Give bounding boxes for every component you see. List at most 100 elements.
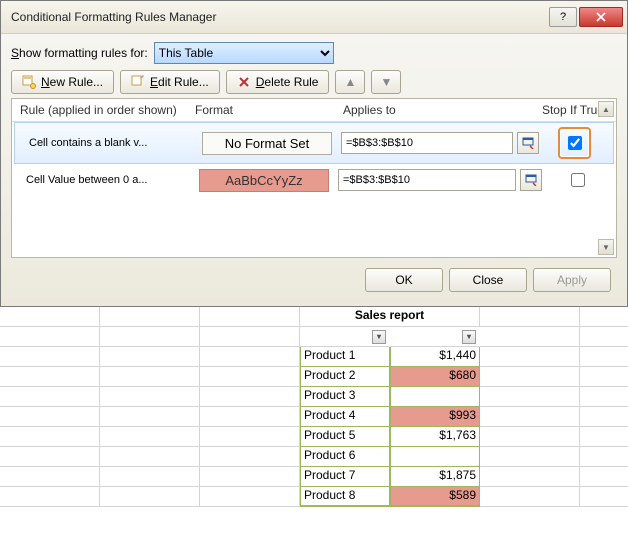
sheet-cell[interactable] (480, 407, 580, 427)
sales-report-title[interactable]: Sales report (300, 307, 480, 327)
table-header-product[interactable]: Product▾ (300, 327, 390, 347)
sheet-cell[interactable] (200, 467, 300, 487)
sheet-cell[interactable] (200, 407, 300, 427)
sheet-cell[interactable] (200, 427, 300, 447)
sheet-cell[interactable] (580, 367, 628, 387)
filter-dropdown-icon[interactable]: ▾ (372, 330, 386, 344)
close-window-button[interactable] (579, 7, 623, 27)
sheet-cell[interactable] (100, 347, 200, 367)
product-cell[interactable]: Product 1 (300, 347, 390, 367)
product-cell[interactable]: Product 2 (300, 367, 390, 387)
rule-desc: Cell Value between 0 a... (20, 174, 190, 186)
applies-to-input[interactable] (341, 132, 513, 154)
sheet-cell[interactable] (100, 407, 200, 427)
product-cell[interactable]: Product 7 (300, 467, 390, 487)
new-rule-button[interactable]: New Rule... (11, 70, 114, 94)
show-rules-for-select[interactable]: This Table (154, 42, 334, 64)
sheet-cell[interactable] (100, 387, 200, 407)
sales-cell[interactable]: $589 (390, 487, 480, 507)
sheet-cell[interactable] (100, 487, 200, 507)
sheet-cell[interactable] (480, 347, 580, 367)
sheet-cell[interactable] (200, 447, 300, 467)
show-rules-for-label: Show formatting rules for: (11, 46, 148, 60)
sheet-cell[interactable] (0, 327, 100, 347)
sheet-cell[interactable] (480, 387, 580, 407)
sales-cell[interactable]: $993 (390, 407, 480, 427)
sheet-cell[interactable] (580, 467, 628, 487)
sheet-cell[interactable] (100, 367, 200, 387)
filter-dropdown-icon[interactable]: ▾ (462, 330, 476, 344)
sheet-cell[interactable] (0, 367, 100, 387)
stop-if-true-checkbox[interactable] (568, 136, 582, 150)
sheet-cell[interactable] (0, 387, 100, 407)
apply-button[interactable]: Apply (533, 268, 611, 292)
sheet-cell[interactable] (580, 407, 628, 427)
sheet-cell[interactable] (200, 347, 300, 367)
sheet-cell[interactable] (100, 307, 200, 327)
header-rule: Rule (applied in order shown) (20, 103, 195, 117)
sheet-cell[interactable] (580, 347, 628, 367)
sheet-cell[interactable] (0, 307, 100, 327)
sheet-cell[interactable] (0, 407, 100, 427)
scroll-down-button[interactable]: ▼ (598, 239, 614, 255)
sheet-cell[interactable] (580, 307, 628, 327)
sales-cell[interactable] (390, 447, 480, 467)
close-button[interactable]: Close (449, 268, 527, 292)
sheet-cell[interactable] (580, 327, 628, 347)
product-cell[interactable]: Product 8 (300, 487, 390, 507)
sheet-cell[interactable] (200, 307, 300, 327)
sheet-cell[interactable] (580, 427, 628, 447)
product-cell[interactable]: Product 3 (300, 387, 390, 407)
product-cell[interactable]: Product 4 (300, 407, 390, 427)
sheet-cell[interactable] (480, 307, 580, 327)
sales-cell[interactable]: $1,875 (390, 467, 480, 487)
ok-button[interactable]: OK (365, 268, 443, 292)
sales-cell[interactable] (390, 387, 480, 407)
table-header-sales[interactable]: Sales▾ (390, 327, 480, 347)
sheet-cell[interactable] (100, 427, 200, 447)
sheet-cell[interactable] (100, 447, 200, 467)
range-select-button[interactable] (520, 169, 542, 191)
sheet-cell[interactable] (480, 447, 580, 467)
scroll-up-button[interactable]: ▲ (598, 101, 614, 117)
sheet-cell[interactable] (0, 447, 100, 467)
sheet-cell[interactable] (200, 367, 300, 387)
sheet-cell[interactable] (0, 467, 100, 487)
move-down-button[interactable]: ▼ (371, 70, 401, 94)
applies-to-input[interactable] (338, 169, 516, 191)
sales-cell[interactable]: $680 (390, 367, 480, 387)
delete-rule-button[interactable]: Delete Rule (226, 70, 330, 94)
help-button[interactable]: ? (549, 7, 577, 27)
sales-cell[interactable]: $1,763 (390, 427, 480, 447)
sheet-cell[interactable] (480, 327, 580, 347)
range-icon (522, 137, 534, 149)
sheet-cell[interactable] (480, 427, 580, 447)
edit-rule-button[interactable]: Edit Rule... (120, 70, 220, 94)
product-cell[interactable]: Product 6 (300, 447, 390, 467)
sheet-cell[interactable] (480, 367, 580, 387)
edit-rule-icon (131, 75, 145, 89)
sheet-cell[interactable] (200, 387, 300, 407)
sheet-cell[interactable] (200, 487, 300, 507)
range-select-button[interactable] (517, 132, 539, 154)
sheet-cell[interactable] (480, 487, 580, 507)
sheet-cell[interactable] (0, 487, 100, 507)
sheet-cell[interactable] (0, 427, 100, 447)
sheet-cell[interactable] (580, 387, 628, 407)
sheet-cell[interactable] (580, 487, 628, 507)
stop-if-true-checkbox[interactable] (571, 173, 585, 187)
sales-cell[interactable]: $1,440 (390, 347, 480, 367)
rule-row[interactable]: Cell contains a blank v...No Format Set (14, 122, 614, 164)
sheet-cell[interactable] (0, 347, 100, 367)
product-cell[interactable]: Product 5 (300, 427, 390, 447)
sheet-cell[interactable] (100, 327, 200, 347)
rule-format: No Format Set (193, 132, 341, 155)
rule-row[interactable]: Cell Value between 0 a...AaBbCcYyZz (12, 164, 616, 196)
sheet-cell[interactable] (100, 467, 200, 487)
sheet-cell[interactable] (480, 467, 580, 487)
spreadsheet[interactable]: Sales reportProduct▾Sales▾Product 1$1,44… (0, 307, 628, 507)
sheet-cell[interactable] (200, 327, 300, 347)
sheet-cell[interactable] (580, 447, 628, 467)
delete-icon (237, 75, 251, 89)
move-up-button[interactable]: ▲ (335, 70, 365, 94)
